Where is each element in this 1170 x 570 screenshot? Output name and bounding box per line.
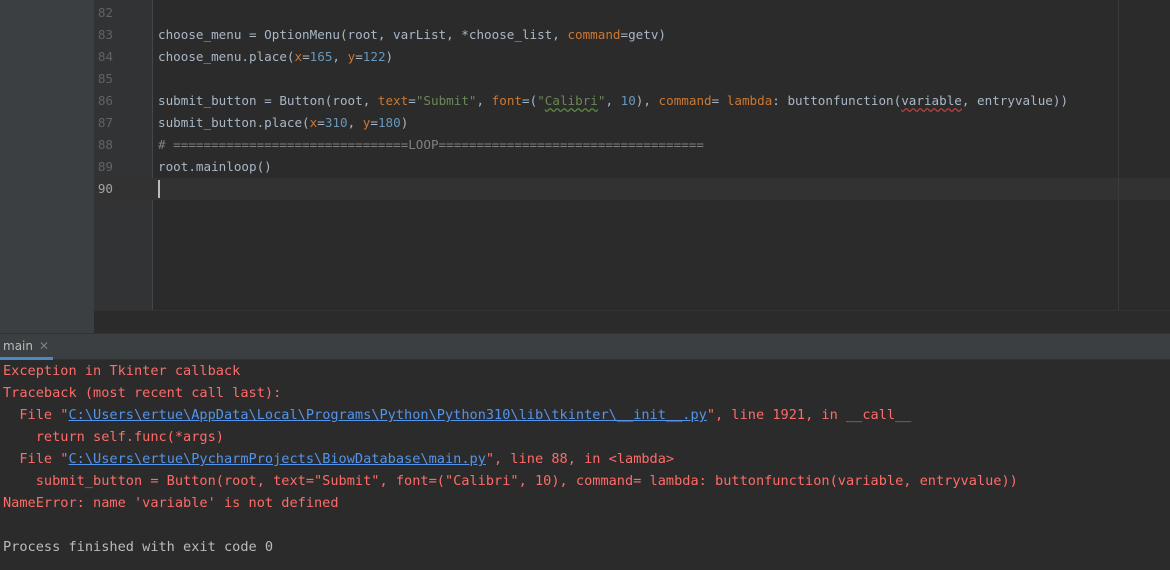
code-token: submit_button = Button(root, [158,93,378,108]
console-error-line: File "C:\Users\ertue\PycharmProjects\Bio… [3,448,674,470]
console-error-line: Exception in Tkinter callback [3,360,240,382]
code-token: , [332,49,348,64]
code-token: command [567,27,621,42]
code-editor[interactable]: 82 83 choose_menu = OptionMenu(root, varLi… [0,0,1170,333]
console-error-line: File "C:\Users\ertue\AppData\Local\Progr… [3,404,911,426]
code-line[interactable]: 89 root.mainloop() [94,156,1170,178]
code-token: x [294,49,303,64]
code-token: 180 [377,115,401,130]
console-text: File " [3,451,69,467]
code-line[interactable]: 86 submit_button = Button(root, text="Sub… [94,90,1170,112]
code-line[interactable]: 84 choose_menu.place(x=165, y=122) [94,46,1170,68]
code-token: ) [385,49,394,64]
console-error-line: submit_button = Button(root, text="Submi… [3,470,1018,492]
code-text: # ===============================LOOP===… [158,134,704,156]
code-line[interactable]: 88 # ===============================LOOP=… [94,134,1170,156]
console-text: Process finished with exit code 0 [3,539,274,555]
code-text: submit_button.place(x=310, y=180) [158,112,408,134]
code-token: "Submit" [415,93,477,108]
console-text: Exception in Tkinter callback [3,363,241,379]
console-line: Process finished with exit code 0 [3,536,273,558]
code-token: , [476,93,492,108]
line-number: 90 [97,181,113,196]
console-text: File " [3,407,69,423]
line-number: 85 [97,71,113,86]
code-text: choose_menu = OptionMenu(root, varList, … [158,24,666,46]
console-error-line: Traceback (most recent call last): [3,382,281,404]
close-icon[interactable]: ✕ [39,339,49,353]
code-token: = [302,49,310,64]
code-token: " [537,93,545,108]
console-text: submit_button = Button(root, text="Submi… [3,473,1018,489]
code-token: # ===============================LOOP===… [158,137,704,152]
code-token: : buttonfunction( [772,93,902,108]
code-token: lambda [726,93,773,108]
line-number: 82 [97,5,113,20]
code-token: = [408,93,416,108]
code-token: 310 [324,115,348,130]
code-token: , entryvalue)) [961,93,1069,108]
code-token: 122 [362,49,386,64]
console-error-line: NameError: name 'variable' is not define… [3,492,339,514]
code-token: Calibri [544,93,598,108]
code-token: command [658,93,712,108]
line-number: 86 [97,93,113,108]
editor-horizontal-scroll-area[interactable] [94,310,1170,333]
run-panel-header: main ✕ [0,333,1170,360]
code-token: =( [522,93,538,108]
line-number: 87 [97,115,113,130]
code-token: text [377,93,409,108]
console-error-line: return self.func(*args) [3,426,224,448]
code-token: =getv) [620,27,667,42]
code-token: ), [635,93,659,108]
code-text: submit_button = Button(root, text="Submi… [158,90,1068,112]
text-caret [158,180,160,198]
code-token: choose_menu.place( [158,49,295,64]
console-text: return self.func(*args) [3,429,224,445]
code-text: root.mainloop() [158,156,272,178]
code-token: root.mainloop() [158,159,272,174]
code-token: = [370,115,378,130]
code-token: = [317,115,325,130]
traceback-file-link[interactable]: C:\Users\ertue\AppData\Local\Programs\Py… [68,407,706,423]
run-console-output[interactable]: Exception in Tkinter callback Traceback (… [0,360,1170,570]
code-token: submit_button.place( [158,115,310,130]
line-number: 84 [97,49,113,64]
run-tab-label: main [3,338,33,353]
line-number: 88 [97,137,113,152]
code-text: choose_menu.place(x=165, y=122) [158,46,393,68]
traceback-file-link[interactable]: C:\Users\ertue\PycharmProjects\BiowDatab… [68,451,485,467]
code-line[interactable]: 82 [94,2,1170,24]
code-token: ) [400,115,409,130]
code-token: font [491,93,523,108]
code-token: = [711,93,727,108]
code-token: variable [901,93,962,108]
code-line[interactable]: 90 [94,178,1170,200]
code-token: , [347,115,363,130]
code-token: choose_menu = OptionMenu(root, varList, … [158,27,568,42]
console-text: Traceback (most recent call last): [3,385,282,401]
code-token: 165 [309,49,333,64]
line-number: 83 [97,27,113,42]
project-tool-strip [0,0,94,333]
console-text: NameError: name 'variable' is not define… [3,495,339,511]
code-token: , [605,93,621,108]
line-number: 89 [97,159,113,174]
code-line[interactable]: 83 choose_menu = OptionMenu(root, varList… [94,24,1170,46]
run-tab-main[interactable]: main ✕ [0,334,54,360]
code-line[interactable]: 85 [94,68,1170,90]
code-token: = [355,49,363,64]
console-text: ", line 1921, in __call__ [706,407,912,423]
console-text: ", line 88, in <lambda> [485,451,675,467]
code-line[interactable]: 87 submit_button.place(x=310, y=180) [94,112,1170,134]
code-token: 10 [620,93,636,108]
